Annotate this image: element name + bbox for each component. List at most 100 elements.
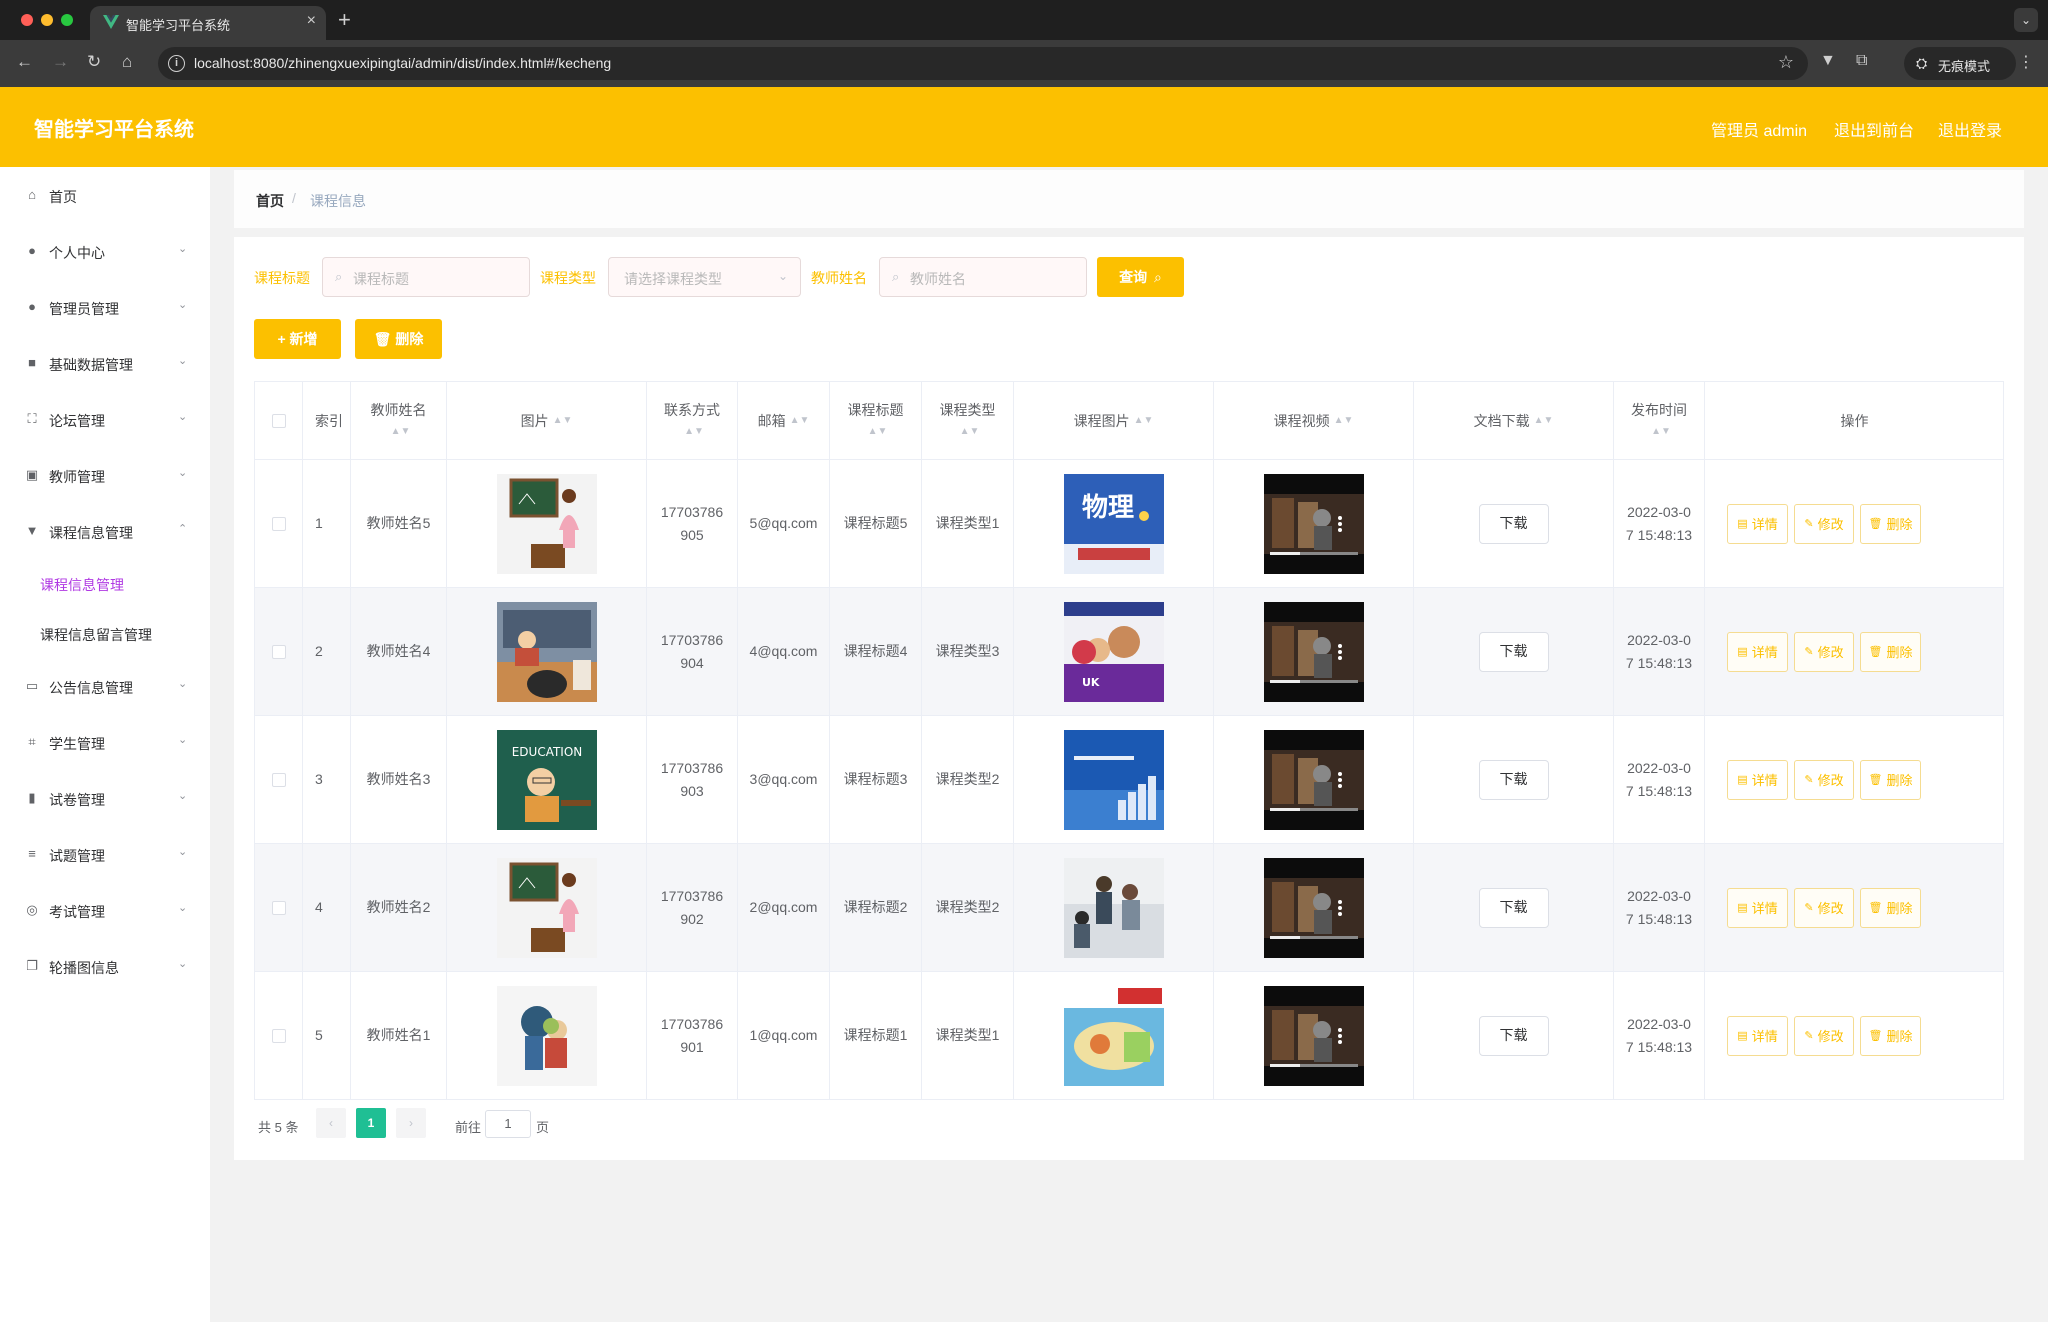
add-button[interactable]: + 新增 [254, 319, 341, 359]
sidebar-item-course-info[interactable]: ▼ 课程信息管理 ⌃ [0, 511, 210, 551]
header-time[interactable]: 发布时间 ▲▼ [1614, 382, 1705, 460]
sidebar-item-teachers[interactable]: ▣ 教师管理 ⌄ [0, 455, 210, 495]
download-button[interactable]: 下载 [1478, 503, 1549, 544]
next-page-button[interactable]: › [396, 1108, 426, 1138]
sort-icon[interactable]: ▲▼ [1534, 410, 1554, 432]
course-video[interactable] [1263, 985, 1364, 1086]
course-video[interactable] [1263, 729, 1364, 830]
close-window-icon[interactable] [21, 14, 33, 26]
teacher-image[interactable] [496, 601, 597, 702]
row-checkbox[interactable] [271, 772, 286, 787]
course-video[interactable] [1263, 473, 1364, 574]
filter-teacher-input[interactable]: ⌕ 教师姓名 [879, 257, 1087, 297]
submenu-course-info[interactable]: 课程信息管理 [0, 563, 210, 603]
teacher-image[interactable]: EDUCATION [496, 729, 597, 830]
edit-button[interactable]: ✎ 修改 [1794, 760, 1854, 800]
course-image[interactable] [1063, 857, 1164, 958]
download-button[interactable]: 下载 [1478, 759, 1549, 800]
sort-icon[interactable]: ▲▼ [960, 421, 980, 443]
course-image[interactable]: 物理 [1063, 473, 1164, 574]
sidebar-item-exams[interactable]: ◎ 考试管理 ⌄ [0, 890, 210, 930]
tab-close-icon[interactable]: × [307, 12, 316, 30]
reload-icon[interactable]: ↻ [87, 52, 101, 72]
header-type[interactable]: 课程类型 ▲▼ [922, 382, 1014, 460]
course-video[interactable] [1263, 857, 1364, 958]
detail-button[interactable]: ▤ 详情 [1727, 760, 1788, 800]
download-button[interactable]: 下载 [1478, 631, 1549, 672]
maximize-window-icon[interactable] [61, 14, 73, 26]
edit-button[interactable]: ✎ 修改 [1794, 632, 1854, 672]
site-info-icon[interactable]: i [168, 55, 185, 72]
course-image[interactable]: UK [1063, 601, 1164, 702]
filter-type-select[interactable]: 请选择课程类型 ⌄ [608, 257, 801, 297]
row-checkbox[interactable] [271, 1028, 286, 1043]
tab-search-icon[interactable]: ⌄ [2014, 8, 2038, 32]
extensions-icon[interactable]: ⧉ [1856, 52, 1867, 70]
back-icon[interactable]: ← [16, 52, 33, 72]
browser-menu-icon[interactable]: ⋮ [2018, 52, 2034, 72]
submenu-course-comments[interactable]: 课程信息留言管理 [0, 613, 210, 653]
page-1-button[interactable]: 1 [356, 1108, 386, 1138]
header-course-video[interactable]: 课程视频 ▲▼ [1214, 382, 1414, 460]
detail-button[interactable]: ▤ 详情 [1727, 1016, 1788, 1056]
sidebar-item-carousel[interactable]: ❐ 轮播图信息 ⌄ [0, 946, 210, 986]
bookmark-star-icon[interactable]: ☆ [1778, 52, 1794, 73]
sidebar-item-notices[interactable]: ▭ 公告信息管理 ⌄ [0, 666, 210, 706]
download-button[interactable]: 下载 [1478, 887, 1549, 928]
sort-icon[interactable]: ▲▼ [1651, 421, 1671, 443]
teacher-image[interactable] [496, 985, 597, 1086]
address-bar[interactable]: i localhost:8080/zhinengxuexipingtai/adm… [158, 47, 1808, 80]
logout-link[interactable]: 退出登录 [1938, 117, 2002, 141]
exit-to-front-link[interactable]: 退出到前台 [1834, 117, 1914, 141]
sidebar-item-personal[interactable]: ● 个人中心 ⌄ [0, 231, 210, 271]
teacher-image[interactable] [496, 857, 597, 958]
sort-icon[interactable]: ▲▼ [868, 421, 888, 443]
batch-delete-button[interactable]: 🗑 删除 [355, 319, 442, 359]
select-all-checkbox[interactable] [271, 414, 286, 428]
header-email[interactable]: 邮箱 ▲▼ [738, 382, 830, 460]
vue-devtools-icon[interactable]: ▼ [1820, 52, 1836, 70]
sort-icon[interactable]: ▲▼ [790, 410, 810, 432]
prev-page-button[interactable]: ‹ [316, 1108, 346, 1138]
row-checkbox[interactable] [271, 900, 286, 915]
home-browser-icon[interactable]: ⌂ [122, 52, 132, 72]
delete-button[interactable]: 🗑 删除 [1860, 504, 1921, 544]
download-button[interactable]: 下载 [1478, 1015, 1549, 1056]
forward-icon[interactable]: → [52, 52, 69, 72]
edit-button[interactable]: ✎ 修改 [1794, 504, 1854, 544]
header-course-image[interactable]: 课程图片 ▲▼ [1014, 382, 1214, 460]
course-video[interactable] [1263, 601, 1364, 702]
breadcrumb-home[interactable]: 首页 [256, 191, 284, 211]
sidebar-item-questions[interactable]: ≡ 试题管理 ⌄ [0, 834, 210, 874]
minimize-window-icon[interactable] [41, 14, 53, 26]
filter-title-input[interactable]: ⌕ 课程标题 [322, 257, 530, 297]
header-image[interactable]: 图片 ▲▼ [447, 382, 647, 460]
header-phone[interactable]: 联系方式 ▲▼ [647, 382, 738, 460]
row-checkbox[interactable] [271, 644, 286, 659]
search-button[interactable]: 查询 ⌕ [1097, 257, 1184, 297]
sidebar-item-basic-data[interactable]: ■ 基础数据管理 ⌄ [0, 343, 210, 383]
delete-button[interactable]: 🗑 删除 [1860, 888, 1921, 928]
edit-button[interactable]: ✎ 修改 [1794, 888, 1854, 928]
header-teacher[interactable]: 教师姓名 ▲▼ [351, 382, 447, 460]
sort-icon[interactable]: ▲▼ [391, 421, 411, 443]
delete-button[interactable]: 🗑 删除 [1860, 632, 1921, 672]
edit-button[interactable]: ✎ 修改 [1794, 1016, 1854, 1056]
sidebar-item-forum[interactable]: ⛶ 论坛管理 ⌄ [0, 399, 210, 439]
sort-icon[interactable]: ▲▼ [553, 410, 573, 432]
detail-button[interactable]: ▤ 详情 [1727, 632, 1788, 672]
sidebar-item-home[interactable]: ⌂ 首页 [0, 175, 210, 215]
sidebar-item-papers[interactable]: ▮ 试卷管理 ⌄ [0, 778, 210, 818]
row-checkbox[interactable] [271, 516, 286, 531]
sidebar-item-students[interactable]: ⌗ 学生管理 ⌄ [0, 722, 210, 762]
header-doc[interactable]: 文档下载 ▲▼ [1414, 382, 1614, 460]
delete-button[interactable]: 🗑 删除 [1860, 1016, 1921, 1056]
detail-button[interactable]: ▤ 详情 [1727, 888, 1788, 928]
browser-tab[interactable]: 智能学习平台系统 × [90, 6, 326, 40]
header-title[interactable]: 课程标题 ▲▼ [830, 382, 922, 460]
delete-button[interactable]: 🗑 删除 [1860, 760, 1921, 800]
detail-button[interactable]: ▤ 详情 [1727, 504, 1788, 544]
pagination-goto-input[interactable]: 1 [485, 1110, 531, 1138]
course-image[interactable] [1063, 985, 1164, 1086]
sidebar-item-admins[interactable]: ● 管理员管理 ⌄ [0, 287, 210, 327]
